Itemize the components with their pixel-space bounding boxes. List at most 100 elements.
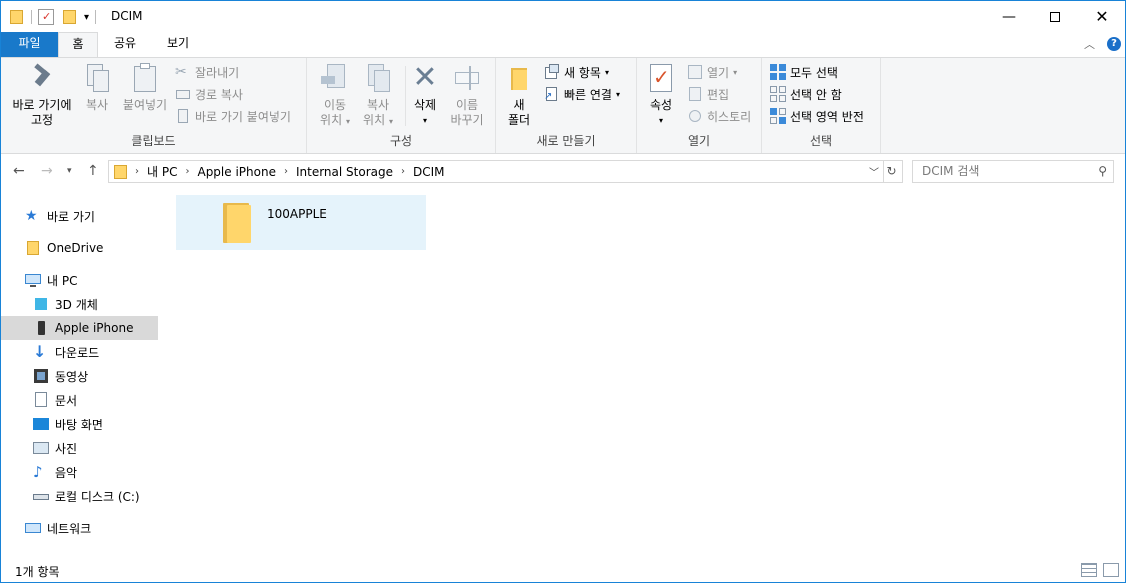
nav-label: 네트워크 [47,521,92,536]
search-input[interactable]: DCIM 검색 ⚲ [912,160,1114,183]
copy-path-button[interactable]: 경로 복사 [175,84,243,104]
properties-icon[interactable]: ✓ [38,9,54,25]
desktop-icon [33,416,49,432]
group-open: ✓ 속성 ▾ 열기 ▾ 편집 히스토리 열기 [637,58,762,153]
help-icon[interactable]: ? [1107,37,1121,51]
nav-item-local-disk[interactable]: 로컬 디스크 (C:) [33,484,140,508]
address-bar[interactable]: › 내 PC › Apple iPhone › Internal Storage… [108,160,884,183]
new-folder-button[interactable]: 새 폴더 [502,62,536,128]
open-button[interactable]: 열기 ▾ [687,62,737,82]
open-label: 열기 [707,65,730,80]
pin-quick-access-button[interactable]: 바로 가기에 고정 [7,62,77,128]
group-label-clipboard: 클립보드 [131,134,176,148]
rename-button[interactable]: 이름 바꾸기 [445,62,489,128]
paste-shortcut-button[interactable]: 바로 가기 붙여넣기 [175,106,291,126]
folder-icon [221,203,253,243]
delete-label: 삭제 [413,98,437,112]
cut-button[interactable]: ✂ 잘라내기 [175,62,239,82]
tab-view[interactable]: 보기 [153,32,203,57]
history-button[interactable]: 히스토리 [687,106,751,126]
select-none-button[interactable]: 선택 안 함 [770,84,842,104]
breadcrumb-item-iphone[interactable]: Apple iPhone [197,165,275,179]
details-view-icon[interactable] [1081,563,1097,577]
customize-qa-dropdown-icon[interactable]: ▾ [84,12,89,23]
address-dropdown-icon[interactable]: ﹀ [869,164,879,179]
nav-item-iphone[interactable]: Apple iPhone [1,316,158,340]
forward-arrow-icon[interactable]: → [41,163,53,179]
tab-home[interactable]: 홈 [58,32,98,58]
close-button[interactable]: ✕ [1079,1,1125,32]
nav-item-quick-access[interactable]: ★ 바로 가기 [25,204,95,228]
copy-button[interactable]: 복사 [79,62,115,113]
list-item[interactable]: 100APPLE [176,195,426,250]
move-to-icon [319,62,351,94]
paste-label: 붙여넣기 [122,98,168,112]
group-new: 새 폴더 새 항목 ▾ ↗ 빠른 연결 ▾ 새로 만들기 [496,58,637,153]
tab-file[interactable]: 파일 [1,32,58,57]
item-count: 1개 항목 [15,565,60,579]
film-icon [33,368,49,384]
group-organize: 이동 위치 ▾ 복사 위치 ▾ ✕ 삭제 ▾ 이름 바꾸기 구성 [307,58,496,153]
nav-item-documents[interactable]: 문서 [33,388,77,412]
select-all-label: 모두 선택 [790,65,838,80]
rename-label-1: 이름 [455,98,479,112]
new-item-button[interactable]: 새 항목 ▾ [544,62,609,82]
open-icon [687,64,703,80]
nav-label: 바로 가기 [47,209,95,224]
history-label: 히스토리 [707,109,752,124]
nav-item-this-pc[interactable]: 내 PC [25,268,77,292]
breadcrumb-item-internal-storage[interactable]: Internal Storage [296,165,393,179]
refresh-button[interactable]: ↻ [881,160,903,183]
picture-icon [33,440,49,456]
nav-item-onedrive[interactable]: OneDrive [25,236,103,260]
nav-item-videos[interactable]: 동영상 [33,364,88,388]
back-arrow-icon[interactable]: ← [13,163,25,179]
pin-label-2: 고정 [30,113,54,127]
edit-button[interactable]: 편집 [687,84,729,104]
nav-item-3d-objects[interactable]: 3D 개체 [33,292,98,316]
edit-label: 편집 [707,87,730,102]
select-all-button[interactable]: 모두 선택 [770,62,838,82]
nav-item-downloads[interactable]: ↓ 다운로드 [33,340,99,364]
properties-button[interactable]: ✓ 속성 ▾ [645,62,677,128]
download-arrow-icon: ↓ [33,342,47,361]
properties-label: 속성 [649,98,673,112]
nav-item-music[interactable]: ♪ 음악 [33,460,77,484]
properties-icon: ✓ [645,62,677,94]
tab-share[interactable]: 공유 [102,32,148,57]
maximize-button[interactable] [1032,1,1078,32]
pin-label-1: 바로 가기에 [12,98,72,112]
move-to-button[interactable]: 이동 위치 ▾ [315,62,355,129]
copy-label: 복사 [85,98,109,112]
group-label-organize: 구성 [389,134,413,148]
cut-label: 잘라내기 [195,65,240,80]
minimize-button[interactable]: — [986,1,1032,32]
collapse-ribbon-icon[interactable]: ︿ [1084,36,1095,52]
phone-icon [33,320,49,336]
breadcrumb-item-dcim[interactable]: DCIM [413,165,445,179]
rename-label-2: 바꾸기 [450,113,484,127]
breadcrumb-item-this-pc[interactable]: 내 PC [147,163,177,180]
nav-label: 음악 [55,465,78,480]
new-folder-icon[interactable] [62,9,78,25]
delete-button[interactable]: ✕ 삭제 ▾ [409,62,441,128]
nav-item-pictures[interactable]: 사진 [33,436,77,460]
cube-icon [33,296,49,312]
move-to-dropdown-icon: ▾ [345,117,350,126]
paste-shortcut-label: 바로 가기 붙여넣기 [195,109,291,124]
rename-icon [451,62,483,94]
new-item-dropdown-icon: ▾ [604,67,609,77]
paste-button[interactable]: 붙여넣기 [119,62,171,113]
nav-item-desktop[interactable]: 바탕 화면 [33,412,103,436]
delete-icon: ✕ [412,60,438,95]
recent-locations-chevron-icon[interactable]: ▾ [67,166,72,176]
easy-access-icon: ↗ [544,86,560,102]
easy-access-button[interactable]: ↗ 빠른 연결 ▾ [544,84,620,104]
large-icons-view-icon[interactable] [1103,563,1119,577]
up-arrow-icon[interactable]: ↑ [87,163,99,179]
star-icon: ★ [25,208,38,224]
new-folder-label-2: 폴더 [507,113,531,127]
copy-to-button[interactable]: 복사 위치 ▾ [357,62,399,129]
invert-selection-button[interactable]: 선택 영역 반전 [770,106,864,126]
nav-item-network[interactable]: 네트워크 [25,516,91,540]
